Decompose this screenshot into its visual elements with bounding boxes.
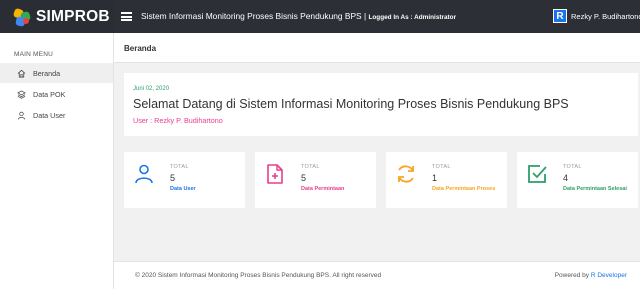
home-icon: [17, 69, 26, 78]
layers-icon: [17, 89, 26, 99]
sidebar-item-data-user[interactable]: Data User: [0, 105, 113, 125]
welcome-date: Juni 02, 2020: [133, 86, 170, 92]
stat-card-data-permintaan[interactable]: TOTAL 5 Data Permintaan: [255, 152, 376, 208]
stat-card-data-user[interactable]: TOTAL 5 Data User: [124, 152, 245, 208]
welcome-title: Selamat Datang di Sistem Informasi Monit…: [133, 97, 569, 111]
sidebar: MAIN MENU Beranda Data POK Data User: [0, 33, 114, 289]
stat-caption: Data Permintaan Proses: [432, 186, 496, 192]
app-title: Sistem Informasi Monitoring Proses Bisni…: [141, 11, 456, 21]
powered-by-prefix: Powered by: [554, 272, 590, 279]
stat-value: 5: [301, 173, 307, 183]
user-avatar-icon: R: [553, 9, 567, 23]
stat-value: 1: [432, 173, 438, 183]
logged-in-label: Logged In As : Administrator: [368, 14, 457, 21]
page-title: Beranda: [124, 44, 157, 53]
stat-caption: Data Permintaan: [301, 186, 345, 192]
hamburger-menu-icon[interactable]: [121, 12, 132, 21]
app-title-text: Sistem Informasi Monitoring Proses Bisni…: [141, 11, 367, 21]
stat-caption: Data User: [170, 186, 196, 192]
top-navbar: SIMPROB Sistem Informasi Monitoring Pros…: [0, 0, 640, 33]
stat-card-data-permintaan-proses[interactable]: TOTAL 1 Data Permintaan Proses: [386, 152, 507, 208]
logo-icon: [12, 7, 32, 27]
content-header: Beranda: [114, 33, 640, 63]
stat-caption: Data Permintaan Selesai: [563, 186, 627, 192]
user-icon: [135, 164, 153, 184]
stat-label: TOTAL: [170, 164, 189, 170]
stat-label: TOTAL: [432, 164, 451, 170]
sidebar-item-beranda[interactable]: Beranda: [0, 63, 113, 83]
developer-link[interactable]: R Developer: [591, 272, 627, 279]
file-plus-icon: [267, 164, 283, 184]
user-name: Rezky P. Budihartono: [571, 11, 640, 21]
menu-header: MAIN MENU: [14, 51, 53, 58]
copyright-text: © 2020 Sistem Informasi Monitoring Prose…: [135, 272, 382, 279]
welcome-user: User : Rezky P. Budihartono: [133, 116, 223, 125]
brand-name: SIMPROB: [36, 7, 110, 25]
stat-label: TOTAL: [563, 164, 582, 170]
refresh-icon: [398, 165, 414, 183]
stat-card-data-permintaan-selesai[interactable]: TOTAL 4 Data Permintaan Selesai: [517, 152, 638, 208]
footer: © 2020 Sistem Informasi Monitoring Prose…: [114, 261, 640, 289]
sidebar-item-label: Data POK: [33, 89, 66, 99]
sidebar-item-label: Beranda: [33, 68, 61, 78]
stat-value: 4: [563, 173, 569, 183]
sidebar-item-data-pok[interactable]: Data POK: [0, 84, 113, 104]
user-icon: [17, 111, 26, 119]
powered-by: Powered by R Developer: [555, 272, 627, 279]
check-square-icon: [528, 165, 547, 183]
brand[interactable]: SIMPROB: [0, 0, 114, 33]
welcome-card: Juni 02, 2020 Selamat Datang di Sistem I…: [124, 73, 638, 136]
stat-value: 5: [170, 173, 176, 183]
sidebar-item-label: Data User: [33, 110, 66, 120]
stat-label: TOTAL: [301, 164, 320, 170]
user-menu[interactable]: R Rezky P. Budihartono: [553, 9, 640, 23]
